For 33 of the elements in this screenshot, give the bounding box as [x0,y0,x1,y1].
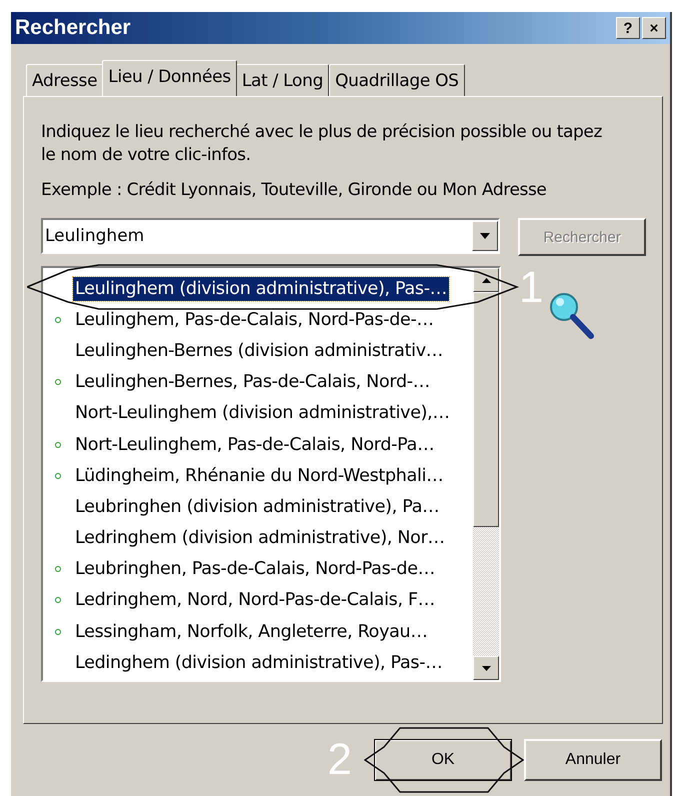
scroll-up-button[interactable] [473,268,499,292]
tab[interactable]: Adresse [26,64,104,96]
list-item[interactable]: Lüdingheim, Rhénanie du Nord-Westphali… [73,464,446,488]
tab[interactable]: Lat / Long [236,64,330,96]
scrollbar-thumb[interactable] [473,292,499,527]
list-item[interactable]: Nort-Leulinghem, Pas-de-Calais, Nord-Pa… [73,432,436,457]
dialog-button[interactable]: Annuler [524,739,662,781]
list-item[interactable]: Leulinghem, Pas-de-Calais, Nord-Pas-de-… [73,308,436,332]
list-item[interactable]: Ledringhem, Nord, Nord-Pas-de-Calais, F… [73,588,437,612]
list-item[interactable]: Ledringhem (division administrative), Nor… [73,526,447,550]
scroll-down-button[interactable] [473,656,499,680]
list-item[interactable]: Leubringhen (division administrative), Pa… [73,494,442,519]
up-arrow-icon [482,278,490,282]
magnifier-icon [547,290,596,340]
list-item[interactable]: Leubringhen, Pas-de-Calais, Nord-Pas-de… [73,557,437,582]
list-item[interactable]: Leulinghen-Bernes, Pas-de-Calais, Nord-… [73,370,432,394]
help-button[interactable]: ? [616,17,640,39]
instructions-text: Indiquez le lieu recherché avec le plus de précision possible ou tapez le nom de votre clic-infos. [41,121,603,167]
search-combobox[interactable]: Leulinghem [41,218,500,254]
search-field[interactable]: Leulinghem [43,226,472,246]
window-title: Rechercher [15,16,131,40]
dialog-button[interactable]: OK [374,739,512,781]
scrollbar[interactable] [473,268,499,680]
list-item[interactable]: Ledinghem (division administrative), Pas-… [73,650,444,675]
down-arrow-icon [482,666,490,670]
list-item[interactable]: Lessingham, Norfolk, Angleterre, Royau… [73,620,430,644]
close-button[interactable]: × [642,17,666,39]
list-item[interactable]: Leulinghem (division administrative), Pas-… [73,276,449,301]
tab[interactable]: Quadrillage OS [329,64,465,96]
example-text: Exemple : Crédit Lyonnais, Touteville, Gironde ou Mon Adresse [41,179,548,202]
list-item[interactable]: Nort-Leulinghem (division administrative),… [73,401,452,426]
list-item[interactable]: Leulinghen-Bernes (division administrativ… [73,338,445,363]
tab[interactable]: Lieu / Données [102,60,237,96]
